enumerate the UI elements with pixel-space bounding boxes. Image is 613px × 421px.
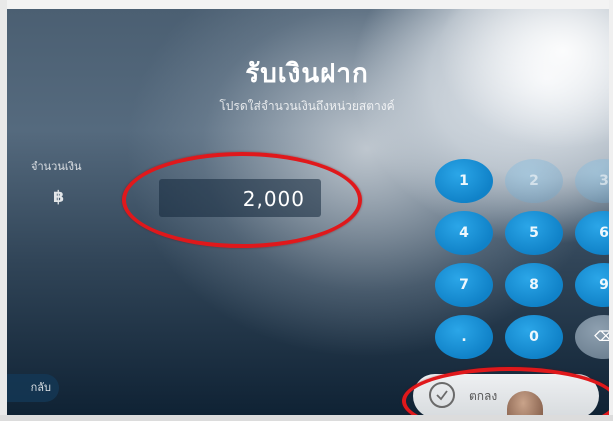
key-5[interactable]: 5 [505,211,563,255]
screen-glare [437,9,609,149]
baht-symbol: ฿ [53,187,65,206]
key-7[interactable]: 7 [435,263,493,307]
bezel-top [0,0,613,9]
page-subtitle: โปรดใส่จำนวนเงินถึงหน่วยสตางค์ [219,99,395,113]
key-9[interactable]: 9 [575,263,609,307]
key-6[interactable]: 6 [575,211,609,255]
bezel-bottom [0,415,613,421]
backspace-key[interactable]: ⌫ [575,315,609,359]
amount-highlight-circle [122,152,362,248]
bezel-right [609,0,613,421]
page-title: รับเงินฝาก [245,59,369,89]
key-1[interactable]: 1 [435,159,493,203]
amount-label: จำนวนเงิน [31,160,82,173]
key-2[interactable]: 2 [505,159,563,203]
key-3[interactable]: 3 [575,159,609,203]
backspace-icon: ⌫ [594,329,609,345]
back-button[interactable]: กลับ [7,374,59,402]
key-decimal[interactable]: . [435,315,493,359]
key-8[interactable]: 8 [505,263,563,307]
atm-screen: รับเงินฝาก โปรดใส่จำนวนเงินถึงหน่วยสตางค… [7,9,609,415]
key-4[interactable]: 4 [435,211,493,255]
key-0[interactable]: 0 [505,315,563,359]
bezel-left [0,0,7,421]
